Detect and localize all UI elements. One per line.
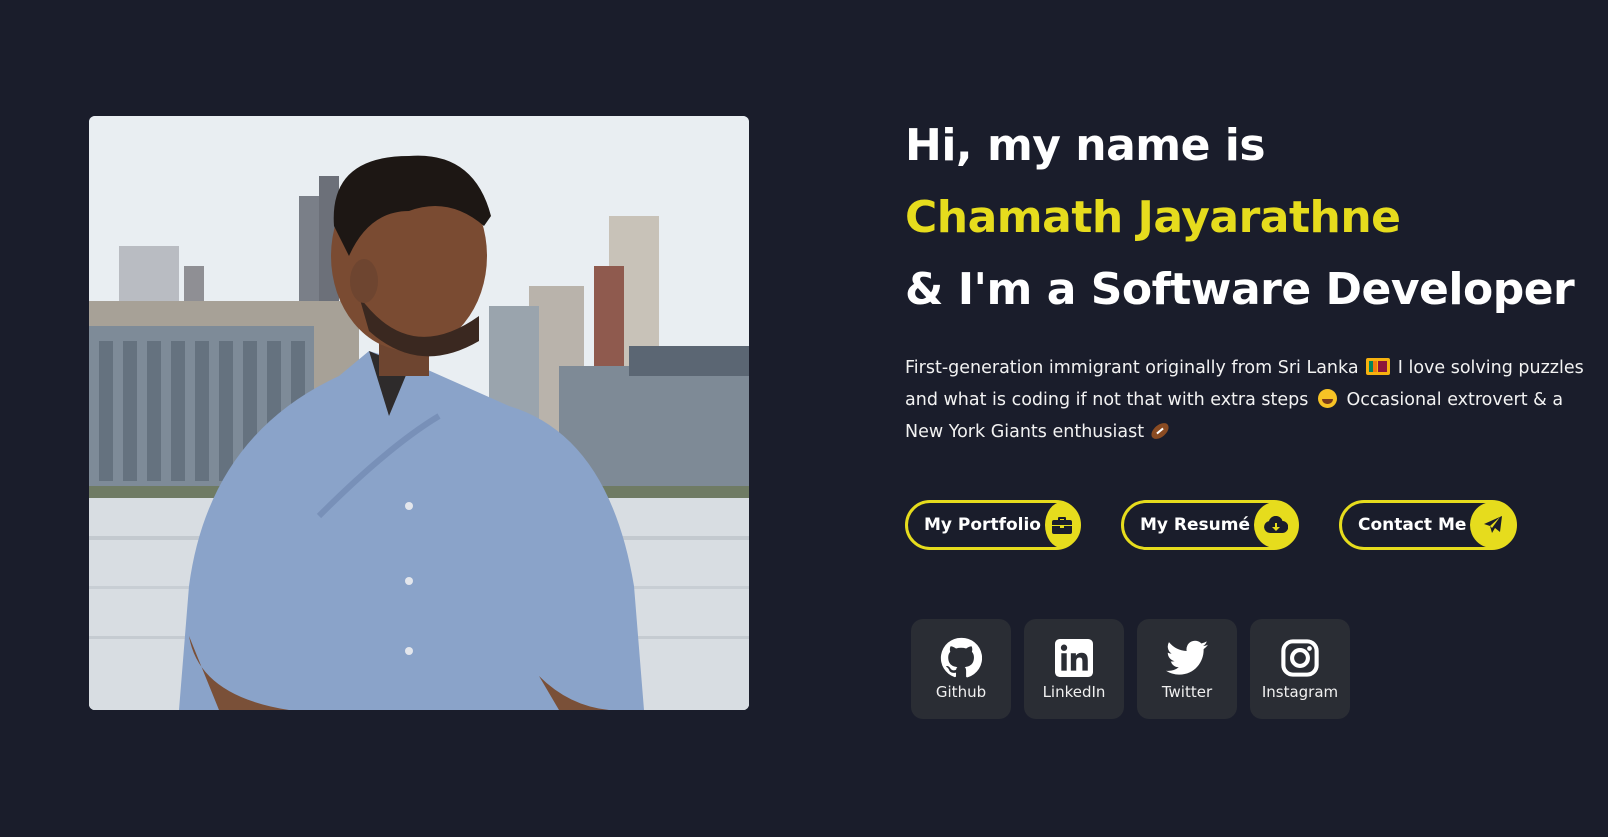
portfolio-button-label: My Portfolio (924, 515, 1041, 535)
bio-part-1: First-generation immigrant originally fr… (905, 358, 1359, 378)
contact-button[interactable]: Contact Me (1339, 500, 1517, 550)
linkedin-link[interactable]: LinkedIn (1024, 619, 1124, 719)
profile-photo (89, 116, 749, 710)
github-link[interactable]: Github (911, 619, 1011, 719)
twitter-link[interactable]: Twitter (1137, 619, 1237, 719)
twitter-icon (1166, 637, 1208, 679)
paper-plane-icon (1470, 502, 1515, 548)
twitter-label: Twitter (1161, 683, 1213, 701)
sri-lanka-flag-icon (1366, 358, 1391, 375)
instagram-label: Instagram (1261, 683, 1339, 701)
role-heading: & I'm a Software Developer (905, 264, 1575, 315)
hero-text: Hi, my name is Chamath Jayarathne & I'm … (905, 110, 1595, 448)
action-buttons: My Portfolio My Resumé Contact Me (905, 500, 1517, 550)
github-icon (940, 637, 982, 679)
github-label: Github (935, 683, 987, 701)
resume-button-label: My Resumé (1140, 515, 1251, 535)
football-icon (1148, 419, 1172, 443)
greeting-heading: Hi, my name is (905, 120, 1266, 171)
page: Hi, my name is Chamath Jayarathne & I'm … (0, 0, 1608, 837)
linkedin-label: LinkedIn (1042, 683, 1106, 701)
linkedin-icon (1053, 637, 1095, 679)
social-links: Github LinkedIn Twitter Instagram (911, 619, 1350, 719)
portfolio-button[interactable]: My Portfolio (905, 500, 1081, 550)
bio-paragraph: First-generation immigrant originally fr… (905, 352, 1585, 448)
briefcase-icon (1044, 502, 1079, 548)
laughing-emoji-icon (1317, 389, 1337, 408)
name-heading: Chamath Jayarathne (905, 192, 1401, 243)
instagram-icon (1279, 637, 1321, 679)
resume-button[interactable]: My Resumé (1121, 500, 1299, 550)
cloud-download-icon (1254, 502, 1297, 548)
contact-button-label: Contact Me (1358, 515, 1467, 535)
instagram-link[interactable]: Instagram (1250, 619, 1350, 719)
